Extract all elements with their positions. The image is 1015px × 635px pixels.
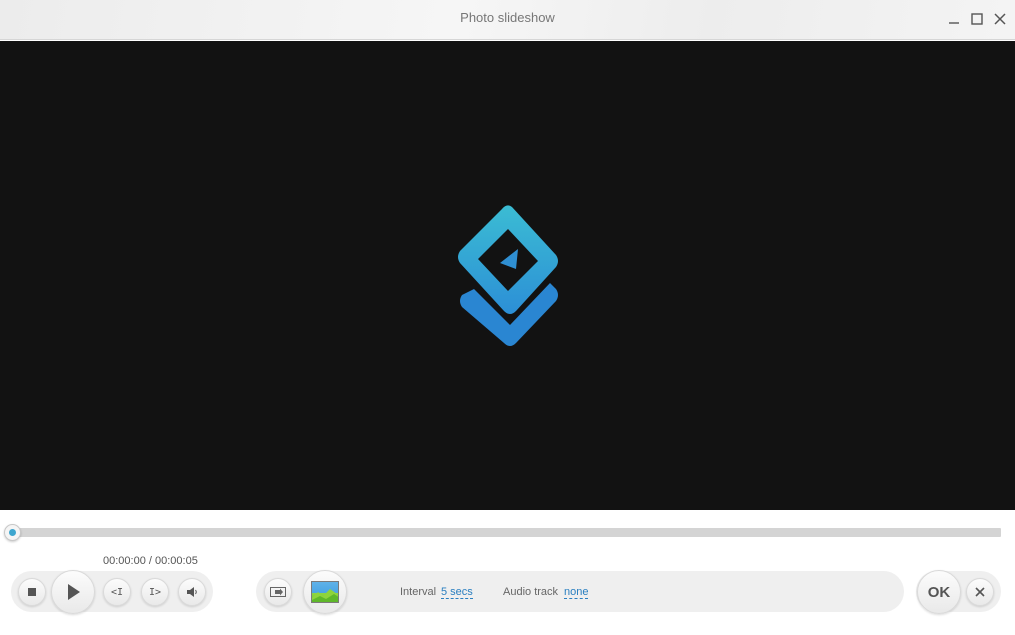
window-title: Photo slideshow [460,10,555,25]
maximize-button[interactable] [967,9,987,29]
close-icon [994,13,1006,25]
minimize-button[interactable] [944,9,964,29]
add-slide-icon [270,587,286,597]
cancel-button[interactable] [966,578,994,606]
previous-frame-icon: <I [110,586,124,598]
slide-thumbnail-icon [311,581,339,603]
close-icon [975,587,985,597]
maximize-icon [971,13,983,25]
minimize-icon [949,22,959,24]
previous-frame-button[interactable]: <I [103,578,131,606]
ok-button[interactable]: OK [917,570,961,614]
audio-track-value-link[interactable]: none [564,586,589,599]
play-icon [68,584,80,600]
next-frame-button[interactable]: I> [141,578,169,606]
seek-bar[interactable] [4,524,1001,541]
stop-icon [28,588,36,596]
next-frame-icon: I> [148,586,162,598]
stop-button[interactable] [18,578,46,606]
photo-slideshow-window: Photo slideshow 00:00:00 / 00:00:05 <I I… [0,0,1015,635]
interval-value-link[interactable]: 5 secs [441,586,473,599]
interval-label: Interval [400,586,437,598]
close-window-button[interactable] [990,9,1010,29]
app-logo-icon [458,205,558,346]
slide-image-button[interactable] [303,570,347,614]
volume-button[interactable] [178,578,206,606]
seek-thumb[interactable] [4,524,21,541]
audio-track-label: Audio track [503,586,559,598]
play-button[interactable] [51,570,95,614]
volume-icon [187,587,197,597]
ok-label: OK [927,583,951,601]
add-slide-button[interactable] [264,578,292,606]
title-bar: Photo slideshow [0,0,1015,40]
time-display: 00:00:00 / 00:00:05 [103,555,198,567]
video-preview[interactable] [0,41,1015,510]
